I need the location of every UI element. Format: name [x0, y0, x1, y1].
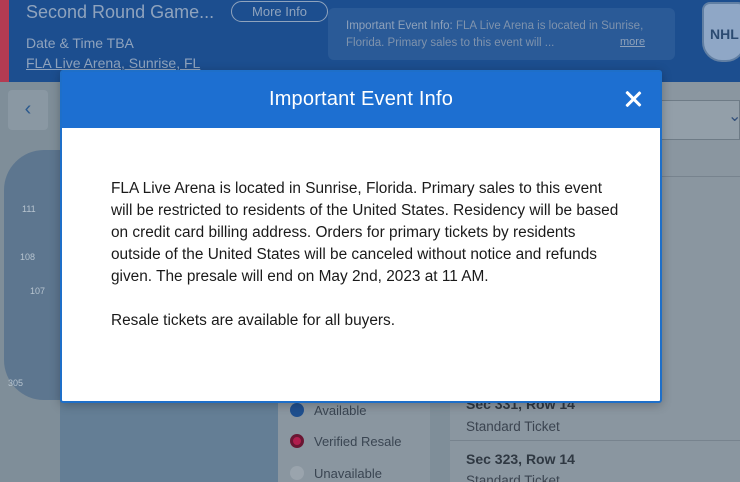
legend-label: Available: [314, 402, 367, 418]
section-label: 305: [8, 378, 24, 388]
legend-item-available: Available: [290, 400, 367, 420]
ticket-sort-select[interactable]: [650, 100, 740, 140]
legend-item-unavailable: Unavailable: [290, 463, 382, 482]
banner-more-link[interactable]: more: [620, 36, 645, 48]
important-event-info-modal: Important Event Info FLA Live Arena is l…: [60, 70, 662, 403]
close-icon[interactable]: [620, 86, 646, 112]
event-date-time: Date & Time TBA: [26, 35, 134, 51]
seat-map-sections[interactable]: [4, 150, 64, 400]
section-label: 107: [30, 286, 46, 296]
verified-resale-dot-icon: [290, 434, 304, 448]
ticket-section-row[interactable]: Sec 323, Row 14: [466, 451, 575, 467]
section-label: 111: [22, 204, 36, 214]
section-label: 108: [20, 252, 36, 262]
available-dot-icon: [290, 403, 304, 417]
legend-label: Verified Resale: [314, 433, 402, 449]
map-back-button[interactable]: ‹: [8, 90, 48, 130]
modal-title: Important Event Info: [268, 88, 454, 110]
seat-map-lower-sections[interactable]: [60, 400, 280, 482]
event-title: Second Round Game...: [26, 2, 215, 22]
important-info-banner[interactable]: Important Event Info: FLA Live Arena is …: [328, 8, 675, 60]
ticket-type: Standard Ticket: [466, 419, 560, 434]
legend-item-verified-resale: Verified Resale: [290, 431, 401, 451]
ticket-type: Standard Ticket: [466, 473, 560, 482]
modal-body: FLA Live Arena is located in Sunrise, Fl…: [111, 178, 621, 332]
logo-text: NHL: [710, 26, 739, 42]
unavailable-dot-icon: [290, 466, 304, 480]
header-accent-strip: [0, 0, 9, 82]
modal-paragraph-restrictions: FLA Live Arena is located in Sunrise, Fl…: [111, 180, 619, 285]
legend-label: Unavailable: [314, 465, 382, 481]
chevron-down-icon: ⌄: [728, 108, 740, 125]
modal-paragraph-resale: Resale tickets are available for all buy…: [111, 312, 396, 329]
event-venue-link[interactable]: FLA Live Arena, Sunrise, FL: [26, 55, 200, 71]
modal-header: Important Event Info: [62, 72, 660, 128]
banner-label: Important Event Info:: [346, 20, 453, 32]
divider: [450, 440, 740, 441]
nhl-logo: NHL: [702, 2, 740, 62]
more-info-button[interactable]: More Info: [231, 1, 328, 22]
